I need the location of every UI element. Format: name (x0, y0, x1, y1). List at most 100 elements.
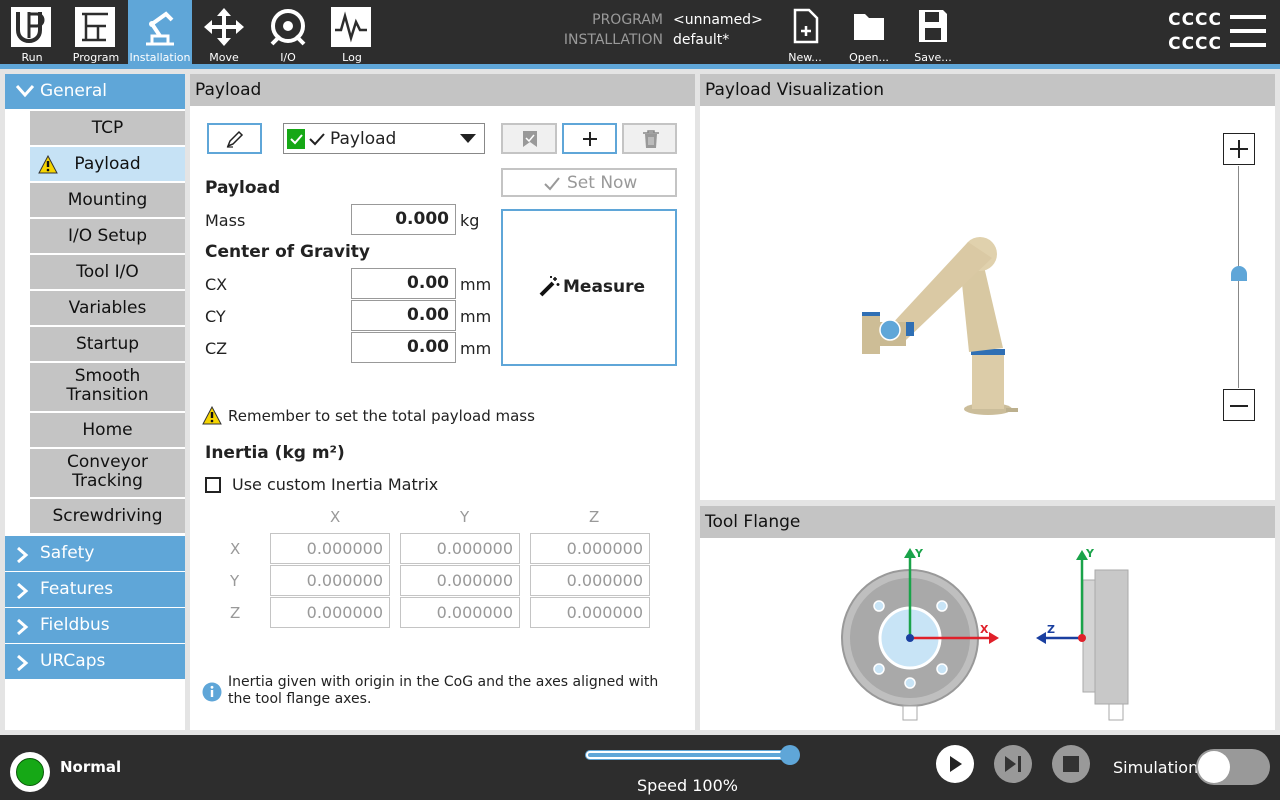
robot-3d-view[interactable] (850, 224, 1030, 424)
cog-title: Center of Gravity (205, 242, 370, 262)
save-file-label: Save... (914, 51, 952, 64)
sidebar-item-tcp[interactable]: TCP (30, 111, 185, 145)
hamburger-menu-icon[interactable] (1228, 14, 1268, 52)
bottom-bar: Normal Speed 100% Simulation (0, 735, 1280, 800)
tool-flange-title: Tool Flange (700, 506, 1275, 538)
sidebar-category-urcaps[interactable]: URCaps (5, 644, 185, 679)
side-y-axis-label: Y (1086, 547, 1094, 560)
visualization-title: Payload Visualization (700, 74, 1275, 106)
chevron-right-icon (17, 546, 29, 564)
top-bar: Run Program Installation Move I/O Log PR… (0, 0, 1280, 64)
sidebar-item-tool-io[interactable]: Tool I/O (30, 255, 185, 289)
sidebar-category-label: Features (40, 579, 114, 599)
sidebar-category-general-label: General (40, 81, 107, 101)
edit-button[interactable] (207, 123, 262, 154)
inertia-zy-input[interactable]: 0.000000 (400, 597, 520, 628)
save-file-button[interactable]: Save... (901, 0, 965, 64)
program-label: PROGRAM (592, 12, 663, 28)
bookmark-button[interactable] (501, 123, 557, 154)
sidebar-category-general[interactable]: General (5, 74, 185, 109)
inertia-yz-input[interactable]: 0.000000 (530, 565, 650, 596)
sidebar-category-label: Safety (40, 543, 95, 563)
inertia-zz-input[interactable]: 0.000000 (530, 597, 650, 628)
speed-slider-fill (588, 753, 792, 757)
cx-input[interactable]: 0.00 (351, 268, 456, 299)
speed-slider-track[interactable] (585, 750, 795, 760)
installation-name: default* (673, 32, 730, 48)
sidebar-item-variables[interactable]: Variables (30, 291, 185, 325)
sidebar-item-label: Variables (68, 298, 147, 318)
new-file-button[interactable]: New... (773, 0, 837, 64)
sidebar-item-conveyor-tracking[interactable]: Conveyor Tracking (30, 449, 185, 497)
check-icon (309, 133, 325, 146)
status-indicator[interactable] (10, 752, 50, 792)
bookmark-icon (523, 131, 537, 147)
cz-unit: mm (460, 339, 492, 358)
cz-label: CZ (205, 339, 228, 358)
sidebar-item-startup[interactable]: Startup (30, 327, 185, 361)
zoom-in-button[interactable] (1223, 133, 1255, 165)
cy-label: CY (205, 307, 226, 326)
nav-log-button[interactable]: Log (320, 0, 384, 64)
cy-unit: mm (460, 307, 492, 326)
sidebar-item-io-setup[interactable]: I/O Setup (30, 219, 185, 253)
row-x-header: X (230, 540, 241, 558)
play-button[interactable] (936, 745, 974, 783)
col-x-header: X (330, 508, 341, 526)
open-file-button[interactable]: Open... (837, 0, 901, 64)
nav-installation-button[interactable]: Installation (128, 0, 192, 64)
cz-input[interactable]: 0.00 (351, 332, 456, 363)
nav-installation-label: Installation (129, 51, 191, 64)
step-button[interactable] (994, 745, 1032, 783)
measure-button[interactable]: Measure (501, 209, 677, 366)
simulation-toggle[interactable] (1196, 749, 1270, 785)
sidebar-item-label: TCP (91, 118, 124, 138)
sidebar-item-mounting[interactable]: Mounting (30, 183, 185, 217)
nav-io-button[interactable]: I/O (256, 0, 320, 64)
nav-move-label: Move (209, 51, 239, 64)
inertia-xz-input[interactable]: 0.000000 (530, 533, 650, 564)
speed-slider-handle[interactable] (780, 745, 800, 765)
new-file-icon (793, 8, 819, 44)
stop-button[interactable] (1052, 745, 1090, 783)
nav-move-button[interactable]: Move (192, 0, 256, 64)
sidebar-category-safety[interactable]: Safety (5, 536, 185, 571)
inertia-zx-input[interactable]: 0.000000 (270, 597, 390, 628)
nav-program-button[interactable]: Program (64, 0, 128, 64)
sidebar-item-smooth-transition[interactable]: Smooth Transition (30, 363, 185, 411)
inertia-yx-input[interactable]: 0.000000 (270, 565, 390, 596)
inertia-xx-input[interactable]: 0.000000 (270, 533, 390, 564)
sidebar: General TCP Payload Mounting I/O Setup T… (5, 74, 185, 730)
nav-run-button[interactable]: Run (0, 0, 64, 64)
cx-label: CX (205, 275, 228, 294)
mass-label: Mass (205, 211, 246, 230)
sidebar-item-label: Tracking (72, 471, 143, 491)
set-now-button[interactable]: Set Now (501, 168, 677, 197)
move-arrows-icon (204, 8, 244, 46)
inertia-yy-input[interactable]: 0.000000 (400, 565, 520, 596)
sidebar-category-fieldbus[interactable]: Fieldbus (5, 608, 185, 643)
cy-input[interactable]: 0.00 (351, 300, 456, 331)
chevron-right-icon (17, 654, 29, 672)
chevron-down-icon (15, 85, 35, 98)
zoom-out-button[interactable] (1223, 389, 1255, 421)
sidebar-category-features[interactable]: Features (5, 572, 185, 607)
status-green-dot (16, 758, 44, 786)
mass-input[interactable]: 0.000 (351, 204, 456, 235)
custom-inertia-checkbox[interactable] (205, 477, 221, 493)
sidebar-item-screwdriving[interactable]: Screwdriving (30, 499, 185, 533)
simulation-toggle-knob (1198, 751, 1230, 783)
plus-icon (1230, 140, 1248, 158)
folder-icon (854, 14, 884, 40)
program-tree-icon (75, 7, 115, 47)
payload-select[interactable]: Payload (283, 123, 485, 154)
sidebar-item-label: Mounting (67, 190, 148, 210)
trash-icon (643, 130, 659, 148)
sidebar-item-payload[interactable]: Payload (30, 147, 185, 181)
sidebar-item-home[interactable]: Home (30, 413, 185, 447)
tool-flange-panel: Tool Flange Y X Y Z (700, 506, 1275, 730)
zoom-slider-handle[interactable] (1230, 265, 1248, 283)
inertia-xy-input[interactable]: 0.000000 (400, 533, 520, 564)
add-payload-button[interactable] (562, 123, 617, 154)
delete-payload-button[interactable] (622, 123, 677, 154)
